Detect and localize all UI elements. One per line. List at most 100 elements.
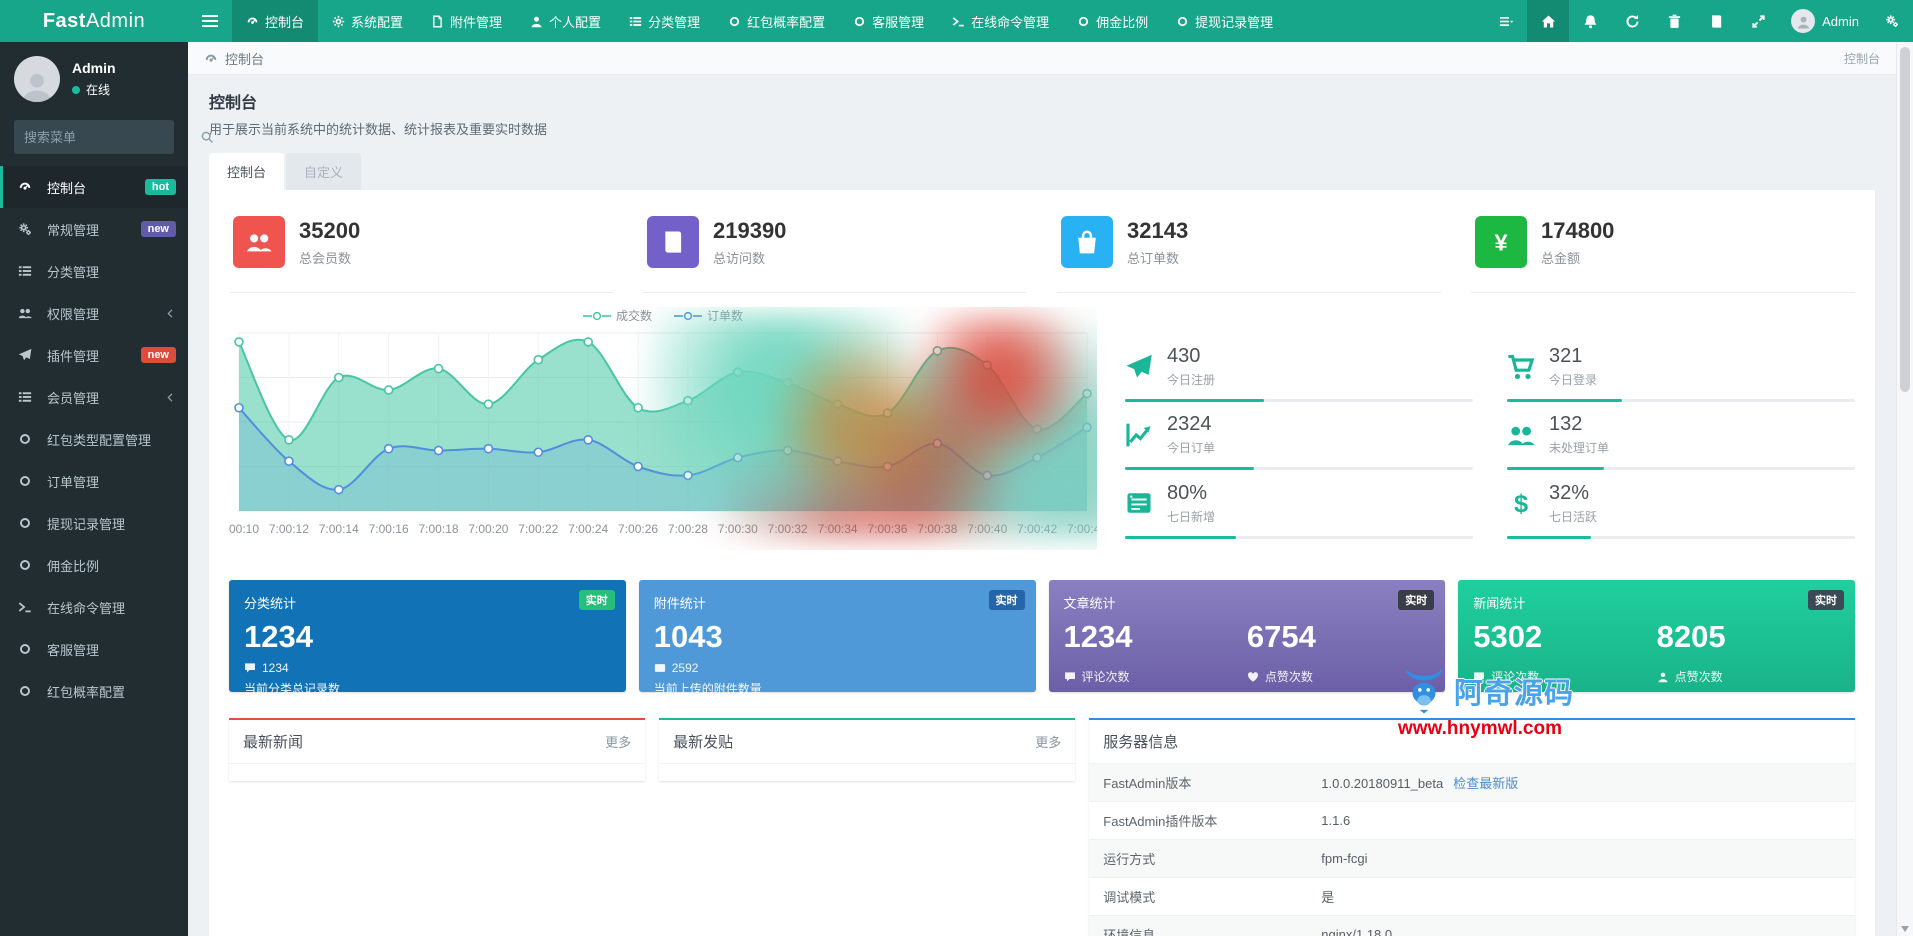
topnav-item-个人配置[interactable]: 个人配置 <box>516 0 615 42</box>
latest-news-panel: 最新新闻 更多 <box>229 718 646 781</box>
menu-list-icon <box>1499 16 1513 26</box>
refresh-icon-button[interactable] <box>1611 0 1653 42</box>
sidebar-item-会员管理[interactable]: 会员管理 <box>0 376 188 418</box>
sidebar-item-客服管理[interactable]: 客服管理 <box>0 628 188 670</box>
circle-icon <box>20 686 30 696</box>
chart-canvas: 7:00:10 7:00:12 7:00:14 7:00:16 7:00:18 7:00:… <box>229 332 1097 536</box>
stat-value: 174800 <box>1541 217 1615 243</box>
trash-icon-button[interactable] <box>1653 0 1695 42</box>
circle-icon <box>20 476 30 486</box>
box-value: 6754 <box>1246 619 1316 654</box>
server-info-value: 是 <box>1321 890 1335 905</box>
mini-stats-grid: 430 今日注册 321 今日登录 2324 今日订单 132 未处理订单 80% 七日新增 $32… <box>1125 307 1855 550</box>
sidebar-item-提现记录管理[interactable]: 提现记录管理 <box>0 502 188 544</box>
svg-text:7:00:36: 7:00:36 <box>867 522 907 536</box>
svg-text:7:00:34: 7:00:34 <box>818 522 858 536</box>
topnav-item-控制台[interactable]: 控制台 <box>232 0 319 42</box>
panel-title: 服务器信息 <box>1103 734 1179 751</box>
bell-icon-button[interactable] <box>1569 0 1611 42</box>
search-icon[interactable] <box>200 128 214 146</box>
check-latest-link[interactable]: 检查最新版 <box>1453 776 1518 791</box>
avatar[interactable] <box>14 56 60 102</box>
circle-icon <box>729 16 740 26</box>
chevron-left-icon <box>165 392 176 403</box>
topnav-item-提现记录管理[interactable]: 提现记录管理 <box>1162 0 1287 42</box>
summary-box-分类统计: 分类统计 实时 1234 1234 当前分类总记录数 <box>229 580 626 696</box>
sidebar-item-订单管理[interactable]: 订单管理 <box>0 460 188 502</box>
expand-icon-button[interactable] <box>1737 0 1779 42</box>
server-info-label: 调试模式 <box>1089 877 1308 916</box>
sidebar-toggle-button[interactable] <box>188 0 232 42</box>
sidebar-item-控制台[interactable]: 控制台 hot <box>0 166 188 208</box>
book-icon-button[interactable] <box>1695 0 1737 42</box>
book-icon <box>1711 14 1721 28</box>
menu-badge: new <box>140 347 176 363</box>
admin-user-menu[interactable]: Admin <box>1779 0 1871 42</box>
sidebar-username: Admin <box>72 60 116 76</box>
topnav-item-在线命令管理[interactable]: 在线命令管理 <box>938 0 1063 42</box>
tab-console[interactable]: 控制台 <box>209 153 285 190</box>
sidebar-item-红包概率配置[interactable]: 红包概率配置 <box>0 670 188 712</box>
box-metric-label: 评论次数 <box>1081 670 1130 685</box>
legend-item-成交数[interactable]: 成交数 <box>582 307 652 324</box>
stat-label: 总访问数 <box>713 250 766 266</box>
circle-icon <box>1178 16 1188 26</box>
sidebar-item-在线命令管理[interactable]: 在线命令管理 <box>0 586 188 628</box>
topnav-item-红包概率配置[interactable]: 红包概率配置 <box>714 0 839 42</box>
list-icon <box>18 392 32 402</box>
tab-custom[interactable]: 自定义 <box>286 153 362 190</box>
terminal-icon <box>952 16 964 26</box>
server-info-row: FastAdmin版本 1.0.0.20180911_beta 检查最新版 <box>1089 764 1855 802</box>
mini-stat-label: 七日活跃 <box>1549 509 1598 524</box>
username-label: Admin <box>1822 13 1859 29</box>
server-info-label: FastAdmin插件版本 <box>1089 801 1308 840</box>
image-icon <box>654 664 665 672</box>
svg-text:7:00:42: 7:00:42 <box>1017 522 1057 536</box>
stat-card-总订单数: 32143 总订单数 <box>1057 210 1441 293</box>
topnav-item-客服管理[interactable]: 客服管理 <box>839 0 938 42</box>
box-metric-label: 点赞次数 <box>1674 670 1723 685</box>
menu-badge: hot <box>144 179 176 195</box>
chevron-left-icon <box>167 308 173 318</box>
svg-text:7:00:14: 7:00:14 <box>319 522 359 536</box>
sidebar-item-常规管理[interactable]: 常规管理 new <box>0 208 188 250</box>
breadcrumb-item[interactable]: 控制台 <box>225 49 264 68</box>
heart-icon <box>1247 671 1258 682</box>
menu-list-icon-button[interactable] <box>1485 0 1527 42</box>
server-info-row: FastAdmin插件版本 1.1.6 <box>1089 801 1855 840</box>
rocket-icon <box>18 348 32 361</box>
sidebar-item-权限管理[interactable]: 权限管理 <box>0 292 188 334</box>
dashboard-panel: 35200 总会员数 219390 总访问数 32143 总订单数 ¥174800 总金额 成… <box>209 190 1875 936</box>
sidebar-item-佣金比例[interactable]: 佣金比例 <box>0 544 188 586</box>
sidebar-item-红包类型配置管理[interactable]: 红包类型配置管理 <box>0 418 188 460</box>
topnav-item-分类管理[interactable]: 分类管理 <box>615 0 714 42</box>
sidebar-item-插件管理[interactable]: 插件管理 new <box>0 334 188 376</box>
svg-text:$: $ <box>1514 490 1528 517</box>
legend-item-订单数[interactable]: 订单数 <box>674 307 743 324</box>
topnav-item-佣金比例[interactable]: 佣金比例 <box>1063 0 1162 42</box>
chart-legend: 成交数 订单数 <box>229 307 1097 324</box>
table-icon <box>1127 493 1151 513</box>
mini-stat-value: 32% <box>1549 481 1590 504</box>
book-icon <box>665 231 682 253</box>
circle-icon <box>854 16 865 26</box>
progress-bar <box>1125 467 1473 471</box>
box-value: 1234 <box>244 619 313 654</box>
more-link[interactable]: 更多 <box>1035 732 1061 751</box>
scrollbar-down-arrow[interactable] <box>1901 926 1909 932</box>
sidebar-item-分类管理[interactable]: 分类管理 <box>0 250 188 292</box>
dashboard-icon <box>19 182 31 190</box>
app-logo[interactable]: Fast Admin <box>0 0 188 42</box>
svg-text:7:00:32: 7:00:32 <box>768 522 808 536</box>
mini-stat-label: 今日订单 <box>1167 441 1216 456</box>
home-icon-button[interactable] <box>1527 0 1570 42</box>
search-input[interactable] <box>24 129 200 145</box>
gears-icon-button[interactable] <box>1871 0 1913 42</box>
more-link[interactable]: 更多 <box>605 732 631 751</box>
topnav-item-系统配置[interactable]: 系统配置 <box>318 0 417 42</box>
mini-stat-value: 132 <box>1549 413 1583 436</box>
scrollbar-thumb[interactable] <box>1900 47 1910 392</box>
topnav-item-附件管理[interactable]: 附件管理 <box>417 0 516 42</box>
svg-text:7:00:12: 7:00:12 <box>269 522 309 536</box>
panel-title: 最新新闻 <box>243 734 304 751</box>
